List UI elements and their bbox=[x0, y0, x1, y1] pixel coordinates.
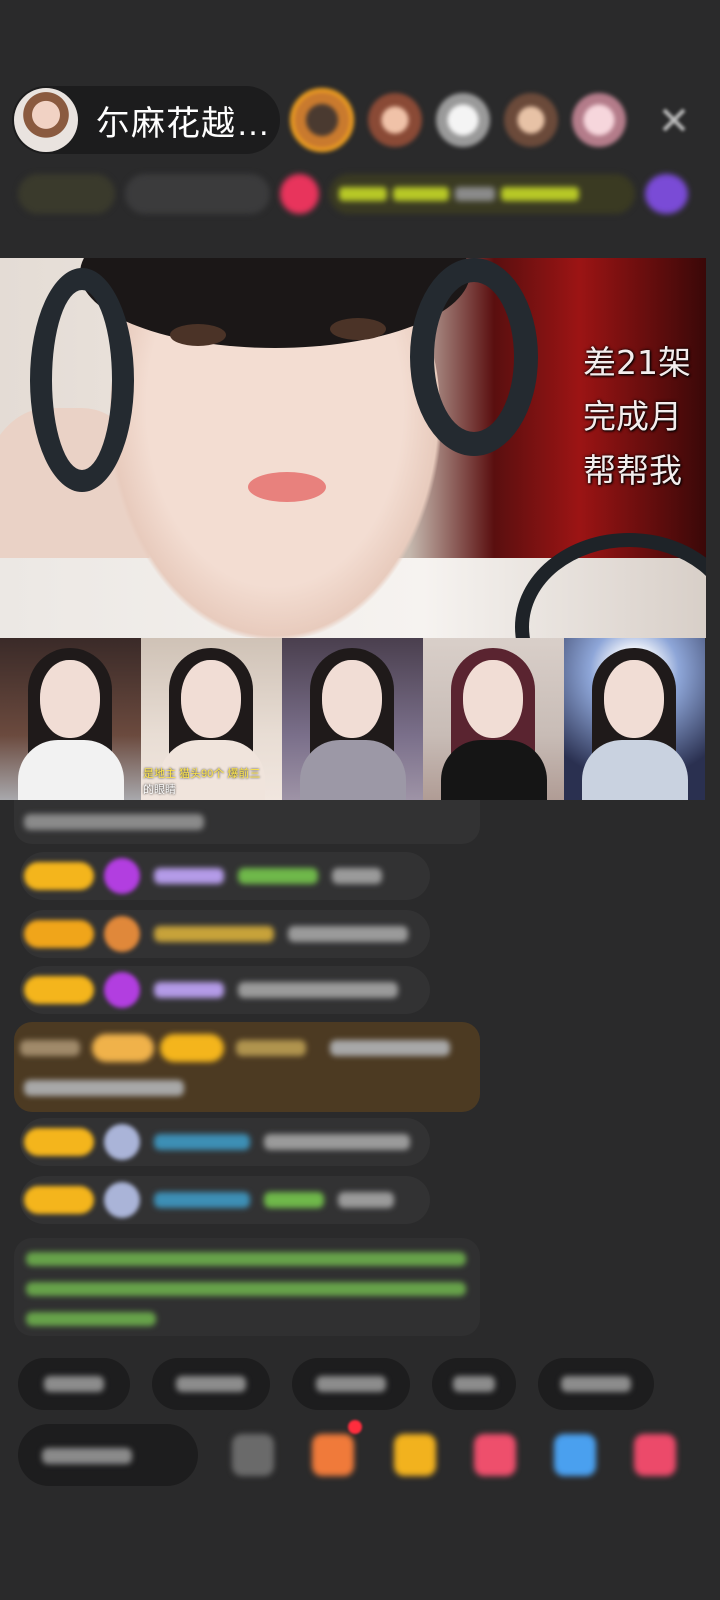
close-button[interactable] bbox=[654, 100, 694, 140]
gift-icon[interactable] bbox=[634, 1434, 676, 1476]
chat-input-button[interactable] bbox=[18, 1424, 198, 1486]
gift-box-icon[interactable] bbox=[394, 1434, 436, 1476]
user-avatar-icon bbox=[104, 1182, 140, 1218]
top-viewers-list bbox=[290, 84, 626, 156]
diamond-badge-icon bbox=[104, 858, 140, 894]
system-notice-message bbox=[14, 1238, 480, 1336]
video-headset bbox=[410, 258, 538, 456]
thumbnail-caption: 是地主 猫头90个 爆前三 bbox=[143, 768, 261, 780]
close-icon bbox=[662, 108, 686, 132]
quick-reply-chip[interactable] bbox=[292, 1358, 410, 1410]
guest-thumbnail[interactable]: 是地主 猫头90个 爆前三 的眼睛 bbox=[141, 638, 282, 800]
user-level-badge bbox=[24, 1186, 94, 1214]
bottom-action-bar bbox=[18, 1420, 718, 1490]
emoji-icon[interactable] bbox=[232, 1434, 274, 1476]
quick-reply-row bbox=[18, 1358, 654, 1410]
video-overlay-line: 帮帮我 bbox=[583, 451, 682, 490]
host-name: 尓麻花越… bbox=[96, 104, 271, 143]
share-icon[interactable] bbox=[554, 1434, 596, 1476]
popularity-chip[interactable] bbox=[124, 174, 271, 214]
activity-chip[interactable] bbox=[645, 174, 689, 214]
video-microphone bbox=[515, 533, 706, 638]
quick-reply-chip[interactable] bbox=[152, 1358, 270, 1410]
chat-message bbox=[14, 800, 480, 844]
gift-message[interactable] bbox=[14, 1022, 480, 1112]
rank-chip[interactable] bbox=[18, 174, 115, 214]
shop-icon[interactable] bbox=[312, 1434, 354, 1476]
video-eye bbox=[170, 324, 226, 346]
chat-message[interactable] bbox=[20, 966, 430, 1014]
video-lips bbox=[248, 472, 326, 502]
user-level-badge bbox=[24, 976, 94, 1004]
thumbnail-caption: 的眼睛 bbox=[143, 784, 176, 796]
gift-chip[interactable] bbox=[280, 174, 319, 214]
announcement-chip[interactable] bbox=[328, 174, 636, 214]
chat-message[interactable] bbox=[20, 852, 430, 900]
chat-message[interactable] bbox=[20, 910, 430, 958]
viewer-avatar[interactable] bbox=[504, 93, 558, 147]
quick-reply-chip[interactable] bbox=[538, 1358, 654, 1410]
user-level-badge bbox=[24, 1128, 94, 1156]
user-level-badge bbox=[24, 920, 94, 948]
guest-thumbnail[interactable] bbox=[282, 638, 423, 800]
fan-badge-icon bbox=[104, 916, 140, 952]
user-avatar-icon bbox=[104, 1124, 140, 1160]
guest-thumbnail[interactable] bbox=[0, 638, 141, 800]
heart-icon[interactable] bbox=[474, 1434, 516, 1476]
room-info-row bbox=[18, 166, 689, 222]
host-info-pill[interactable]: 尓麻花越… bbox=[12, 86, 280, 154]
video-overlay-line: 差21架 bbox=[583, 343, 691, 382]
diamond-badge-icon bbox=[104, 972, 140, 1008]
quick-reply-chip[interactable] bbox=[432, 1358, 516, 1410]
chat-message[interactable] bbox=[20, 1176, 430, 1224]
user-level-badge bbox=[24, 862, 94, 890]
notification-dot bbox=[348, 1420, 362, 1434]
viewer-avatar[interactable] bbox=[436, 93, 490, 147]
guest-thumbnail[interactable] bbox=[564, 638, 705, 800]
host-avatar[interactable] bbox=[14, 88, 78, 152]
viewer-avatar[interactable] bbox=[368, 93, 422, 147]
guest-thumbnails: 是地主 猫头90个 爆前三 的眼睛 bbox=[0, 638, 706, 800]
viewer-avatar[interactable] bbox=[290, 88, 354, 152]
video-overlay-line: 完成月 bbox=[583, 397, 682, 436]
chat-message[interactable] bbox=[20, 1118, 430, 1166]
video-eye bbox=[330, 318, 386, 340]
quick-reply-chip[interactable] bbox=[18, 1358, 130, 1410]
viewer-avatar[interactable] bbox=[572, 93, 626, 147]
video-headset bbox=[30, 268, 134, 492]
main-live-video[interactable]: 差21架 完成月 帮帮我 bbox=[0, 258, 706, 638]
guest-thumbnail[interactable] bbox=[423, 638, 564, 800]
